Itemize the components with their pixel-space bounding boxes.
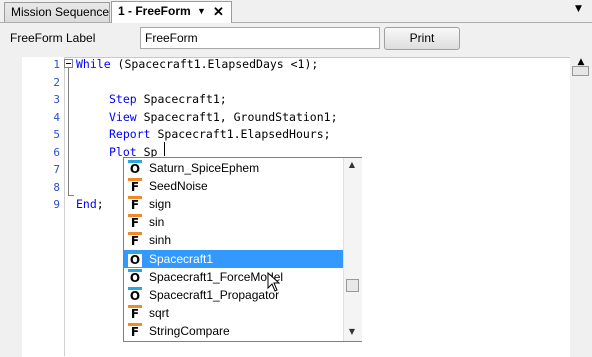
autocomplete-scroll-thumb[interactable]: [346, 279, 359, 292]
line-number: 1: [53, 58, 60, 71]
line-number: 3: [53, 93, 60, 106]
autocomplete-popup[interactable]: O Saturn_SpiceEphem F SeedNoise Fsign Fsin Fsi…: [123, 157, 362, 342]
autocomplete-scroll-up-icon[interactable]: ▲: [343, 160, 361, 169]
autocomplete-scrollbar[interactable]: [343, 158, 362, 341]
autocomplete-item-label: sin: [149, 215, 165, 230]
function-type-icon: F: [128, 214, 142, 231]
code-text: Spacecraft1, GroundStation1;: [136, 109, 338, 124]
autocomplete-scroll-down-icon[interactable]: ▼: [343, 327, 361, 336]
autocomplete-item-label: Spacecraft1_Propagator: [149, 287, 280, 302]
object-type-icon: O: [128, 268, 142, 285]
autocomplete-item-label: StringCompare: [149, 323, 230, 338]
tab-list-dropdown-icon[interactable]: ▼: [575, 4, 582, 14]
code-keyword: While: [76, 57, 111, 71]
tab-strip-divider: [0, 22, 592, 23]
editor-scroll-thumb[interactable]: [572, 66, 589, 76]
function-type-icon: F: [128, 196, 142, 213]
mouse-pointer-icon: [267, 272, 281, 292]
fold-end: [68, 195, 74, 196]
function-type-icon: F: [128, 232, 142, 249]
code-keyword: Report: [109, 127, 151, 141]
autocomplete-item[interactable]: Fsinh: [124, 231, 344, 249]
tab-dropdown-icon[interactable]: ▼: [197, 2, 206, 21]
print-button[interactable]: Print: [384, 27, 460, 50]
autocomplete-item-label: Saturn_SpiceEphem: [149, 161, 260, 175]
function-type-icon: F: [128, 304, 142, 321]
function-type-icon: F: [128, 322, 142, 339]
tab-close-icon[interactable]: ✕: [213, 2, 224, 21]
code-keyword: View: [109, 109, 137, 124]
autocomplete-item[interactable]: O Saturn_SpiceEphem: [124, 159, 344, 177]
freeform-label-field[interactable]: FreeForm: [140, 27, 380, 49]
autocomplete-item[interactable]: Fsqrt: [124, 304, 344, 322]
code-keyword: End: [76, 197, 97, 211]
editor-scrollbar[interactable]: [570, 57, 592, 356]
freeform-label-text: FreeForm Label: [10, 31, 96, 45]
line-number: 8: [53, 180, 60, 194]
autocomplete-item-label: sinh: [149, 233, 172, 248]
line-number: 5: [53, 128, 60, 141]
tab-freeform[interactable]: 1 - FreeForm ▼ ✕: [111, 1, 232, 23]
fold-toggle-icon[interactable]: [64, 59, 73, 68]
autocomplete-item[interactable]: F StringCompare: [124, 322, 344, 340]
autocomplete-item-label: SeedNoise: [149, 179, 208, 194]
code-line[interactable]: End;: [76, 196, 104, 213]
code-text: (Spacecraft1.ElapsedDays <1);: [110, 57, 319, 71]
autocomplete-item-label: Spacecraft1: [149, 251, 214, 266]
tab-freeform-label: 1 - FreeForm: [118, 4, 191, 18]
object-type-icon: O: [128, 250, 142, 267]
line-number: 7: [53, 163, 60, 176]
code-line[interactable]: Step Spacecraft1;: [109, 91, 227, 108]
autocomplete-item-label: Spacecraft1_ForceModel: [149, 269, 284, 284]
code-line[interactable]: While (Spacecraft1.ElapsedDays <1);: [76, 56, 318, 73]
autocomplete-item[interactable]: O Spacecraft1_Propagator: [124, 286, 344, 304]
autocomplete-item[interactable]: O Spacecraft1: [124, 249, 344, 268]
object-type-icon: O: [128, 286, 142, 303]
code-text: Spacecraft1;: [136, 92, 227, 106]
code-line[interactable]: View Spacecraft1, GroundStation1;: [109, 109, 338, 126]
line-number: 6: [53, 145, 60, 159]
line-number: 4: [53, 110, 60, 124]
function-type-icon: F: [128, 178, 142, 195]
autocomplete-item[interactable]: Fsin: [124, 213, 344, 231]
autocomplete-item-label: sqrt: [149, 305, 170, 320]
text-cursor: [164, 142, 165, 156]
gutter-divider: [64, 57, 65, 356]
line-number: 9: [53, 198, 60, 211]
autocomplete-item[interactable]: Fsign: [124, 195, 344, 213]
autocomplete-item[interactable]: F SeedNoise: [124, 177, 344, 195]
code-line[interactable]: Report Spacecraft1.ElapsedHours;: [109, 126, 331, 143]
code-text: ;: [96, 197, 104, 211]
code-text: Spacecraft1.ElapsedHours;: [150, 127, 331, 141]
line-number: 2: [53, 75, 60, 89]
autocomplete-item-label: sign: [149, 197, 172, 212]
fold-line: [68, 68, 69, 195]
code-keyword: Step: [109, 92, 137, 106]
tab-mission-sequence[interactable]: Mission Sequence: [4, 2, 110, 22]
object-type-icon: O: [128, 160, 142, 176]
autocomplete-item[interactable]: O Spacecraft1_ForceModel: [124, 268, 344, 286]
